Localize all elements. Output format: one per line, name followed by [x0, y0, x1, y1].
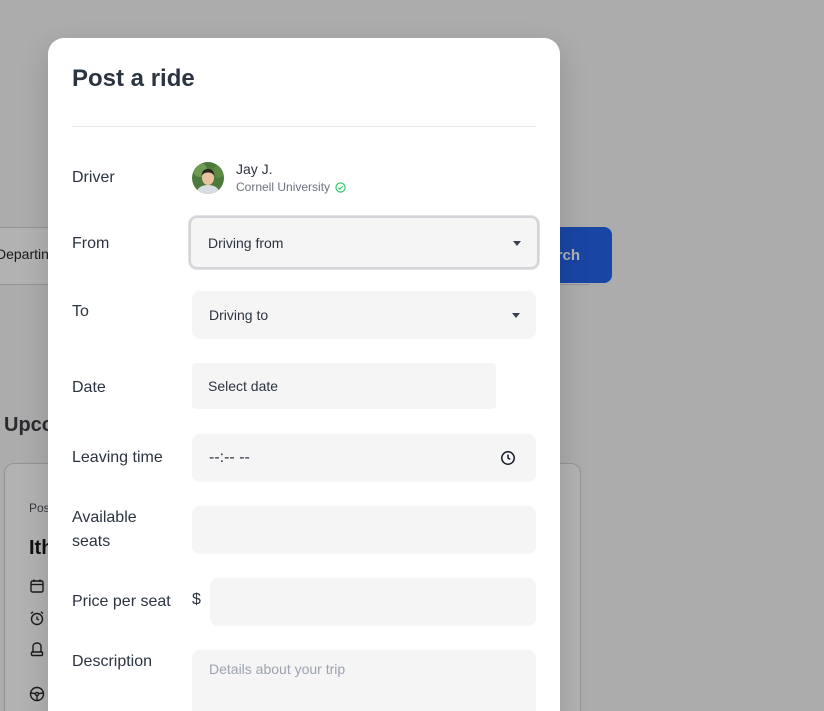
chevron-down-icon	[513, 240, 521, 246]
to-select-value: Driving to	[209, 307, 269, 323]
chevron-down-icon	[512, 313, 520, 318]
from-select-value: Driving from	[208, 234, 284, 251]
to-label: To	[72, 303, 89, 320]
to-select[interactable]: Driving to	[192, 291, 536, 339]
leaving-time-input[interactable]: --:-- --	[192, 434, 536, 482]
page: Departin rch Upco Pos Ith Post a ride Dr…	[0, 0, 824, 711]
date-input-value: Select date	[208, 378, 279, 394]
from-select[interactable]: Driving from	[189, 216, 539, 269]
clock-icon[interactable]	[500, 450, 516, 466]
description-label: Description	[72, 653, 153, 670]
avatar	[192, 162, 224, 194]
post-ride-modal: Post a ride Driver Jay J. Cornell Univer…	[48, 38, 560, 711]
modal-title: Post a ride	[72, 65, 195, 92]
leaving-time-label: Leaving time	[72, 449, 163, 466]
title-divider	[72, 126, 536, 127]
driver-school: Cornell University	[236, 180, 346, 194]
available-seats-label: Available seats	[72, 509, 137, 550]
check-circle-icon	[335, 181, 346, 193]
description-textarea[interactable]: Details about your trip	[192, 650, 536, 711]
price-input[interactable]	[210, 578, 536, 626]
description-placeholder: Details about your trip	[209, 661, 346, 677]
leaving-time-value: --:-- --	[209, 449, 250, 466]
driver-school-label: Cornell University	[236, 180, 331, 194]
available-seats-input[interactable]	[192, 506, 536, 554]
date-label: Date	[72, 379, 106, 396]
date-input[interactable]: Select date	[192, 363, 496, 409]
price-per-seat-label: Price per seat	[72, 593, 171, 610]
driver-name: Jay J.	[236, 161, 273, 177]
currency-symbol: $	[192, 591, 201, 608]
from-label: From	[72, 235, 110, 252]
driver-label: Driver	[72, 169, 115, 186]
